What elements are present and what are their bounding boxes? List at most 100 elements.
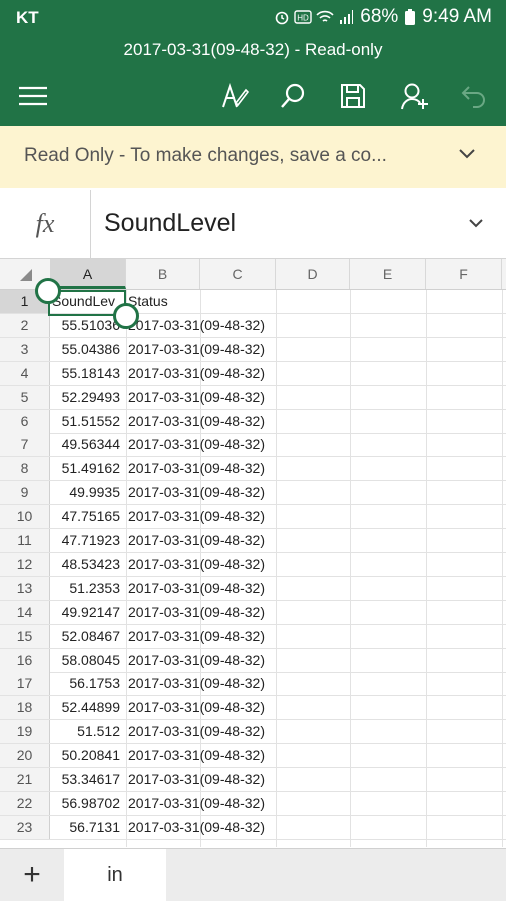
- row-header[interactable]: 16: [0, 648, 50, 672]
- column-header-e[interactable]: E: [350, 259, 426, 289]
- cell-b[interactable]: 2017-03-31(09-48-32): [128, 338, 265, 361]
- cell-a[interactable]: 56.98702: [50, 792, 120, 815]
- cell-a[interactable]: 49.9935: [50, 481, 120, 504]
- row-header[interactable]: 8: [0, 457, 50, 481]
- cell-b[interactable]: 2017-03-31(09-48-32): [128, 529, 265, 552]
- cell-b[interactable]: 2017-03-31(09-48-32): [128, 672, 265, 695]
- cell-a[interactable]: 55.18143: [50, 362, 120, 385]
- cell-a[interactable]: 56.1753: [50, 672, 120, 695]
- cell-a[interactable]: 48.53423: [50, 553, 120, 576]
- selection-handle-end[interactable]: [113, 303, 139, 329]
- cell-b[interactable]: 2017-03-31(09-48-32): [128, 362, 265, 385]
- share-button[interactable]: [394, 76, 434, 116]
- table-row: 9 49.9935 2017-03-31(09-48-32): [0, 481, 506, 506]
- status-icons: HD: [274, 9, 354, 25]
- column-header-c[interactable]: C: [200, 259, 276, 289]
- cell-a[interactable]: 51.512: [50, 720, 120, 743]
- row-header[interactable]: 21: [0, 768, 50, 791]
- cell-b[interactable]: 2017-03-31(09-48-32): [128, 768, 265, 791]
- fx-icon[interactable]: fx: [0, 190, 91, 258]
- sheet-tab[interactable]: in: [64, 849, 166, 901]
- cell-b[interactable]: 2017-03-31(09-48-32): [128, 505, 265, 528]
- save-icon: [341, 84, 365, 108]
- row-header[interactable]: 15: [0, 624, 50, 648]
- selection-handle-start[interactable]: [35, 278, 61, 304]
- column-header-f[interactable]: F: [426, 259, 502, 289]
- cell-a[interactable]: 55.51036: [50, 314, 120, 337]
- row-header[interactable]: 5: [0, 385, 50, 409]
- draw-icon: [222, 82, 249, 108]
- expand-chevron-icon[interactable]: [468, 218, 484, 228]
- row-header[interactable]: 4: [0, 361, 50, 385]
- cell-b[interactable]: 2017-03-31(09-48-32): [128, 720, 265, 743]
- column-header-b[interactable]: B: [126, 259, 200, 289]
- chevron-down-icon[interactable]: [458, 148, 476, 160]
- cell-b[interactable]: 2017-03-31(09-48-32): [128, 601, 265, 624]
- cell-b[interactable]: 2017-03-31(09-48-32): [128, 649, 265, 672]
- table-row: 13 51.2353 2017-03-31(09-48-32): [0, 576, 506, 601]
- undo-button[interactable]: [454, 76, 494, 116]
- column-header-a[interactable]: A: [50, 259, 126, 289]
- cell-b[interactable]: 2017-03-31(09-48-32): [128, 816, 265, 839]
- status-right: HD 68% 9:49 AM: [274, 6, 492, 28]
- cell-a[interactable]: SoundLev: [52, 290, 122, 313]
- read-only-banner[interactable]: Read Only - To make changes, save a co..…: [0, 126, 506, 188]
- cell-b[interactable]: 2017-03-31(09-48-32): [128, 744, 265, 767]
- cell-b[interactable]: 2017-03-31(09-48-32): [128, 481, 265, 504]
- banner-message: Read Only - To make changes, save a co..…: [24, 145, 387, 166]
- share-icon: [401, 83, 428, 110]
- cell-b[interactable]: 2017-03-31(09-48-32): [128, 386, 265, 409]
- cell-b[interactable]: 2017-03-31(09-48-32): [128, 696, 265, 719]
- row-header[interactable]: 12: [0, 552, 50, 576]
- spreadsheet-grid[interactable]: A B C D E F 1 SoundLev Status 2 55.51036 2017…: [0, 259, 506, 847]
- cell-a[interactable]: 51.49162: [50, 457, 120, 480]
- row-header[interactable]: 13: [0, 576, 50, 600]
- menu-button[interactable]: [13, 76, 53, 116]
- row-header[interactable]: 19: [0, 720, 50, 744]
- cell-a[interactable]: 56.7131: [50, 816, 120, 839]
- cell-a[interactable]: 52.44899: [50, 696, 120, 719]
- cell-a[interactable]: 47.71923: [50, 529, 120, 552]
- cell-a[interactable]: 52.29493: [50, 386, 120, 409]
- cell-b[interactable]: 2017-03-31(09-48-32): [128, 792, 265, 815]
- row-header[interactable]: 9: [0, 481, 50, 505]
- formula-content[interactable]: SoundLevel: [104, 209, 236, 238]
- row-header[interactable]: 10: [0, 505, 50, 529]
- row-header[interactable]: 2: [0, 313, 50, 337]
- cell-a[interactable]: 52.08467: [50, 625, 120, 648]
- row-header[interactable]: 23: [0, 815, 50, 839]
- row-header[interactable]: 14: [0, 600, 50, 624]
- row-header[interactable]: 6: [0, 409, 50, 433]
- cell-a[interactable]: 58.08045: [50, 649, 120, 672]
- cell-a[interactable]: 51.2353: [50, 577, 120, 600]
- column-header-d[interactable]: D: [276, 259, 350, 289]
- cell-b[interactable]: 2017-03-31(09-48-32): [128, 457, 265, 480]
- row-header[interactable]: 3: [0, 337, 50, 361]
- cell-a[interactable]: 53.34617: [50, 768, 120, 791]
- cell-a[interactable]: 47.75165: [50, 505, 120, 528]
- cell-b[interactable]: 2017-03-31(09-48-32): [128, 410, 265, 433]
- cell-b[interactable]: 2017-03-31(09-48-32): [128, 314, 265, 337]
- cell-a[interactable]: 49.92147: [50, 601, 120, 624]
- draw-button[interactable]: [214, 76, 254, 116]
- row-header[interactable]: 17: [0, 672, 50, 696]
- cell-a[interactable]: 49.56344: [50, 433, 120, 456]
- cell-b[interactable]: 2017-03-31(09-48-32): [128, 553, 265, 576]
- row-header[interactable]: 20: [0, 744, 50, 768]
- add-sheet-button[interactable]: +: [0, 849, 64, 901]
- cell-a[interactable]: 55.04386: [50, 338, 120, 361]
- table-row: 16 58.08045 2017-03-31(09-48-32): [0, 648, 506, 673]
- row-header[interactable]: 7: [0, 433, 50, 457]
- table-row: 10 47.75165 2017-03-31(09-48-32): [0, 505, 506, 530]
- row-header[interactable]: 22: [0, 791, 50, 815]
- cell-b[interactable]: 2017-03-31(09-48-32): [128, 433, 265, 456]
- cell-a[interactable]: 50.20841: [50, 744, 120, 767]
- row-header[interactable]: 18: [0, 696, 50, 720]
- search-button[interactable]: [273, 76, 313, 116]
- table-row: 18 52.44899 2017-03-31(09-48-32): [0, 696, 506, 721]
- save-button[interactable]: [333, 76, 373, 116]
- cell-b[interactable]: 2017-03-31(09-48-32): [128, 577, 265, 600]
- cell-a[interactable]: 51.51552: [50, 410, 120, 433]
- row-header[interactable]: 11: [0, 529, 50, 552]
- cell-b[interactable]: 2017-03-31(09-48-32): [128, 625, 265, 648]
